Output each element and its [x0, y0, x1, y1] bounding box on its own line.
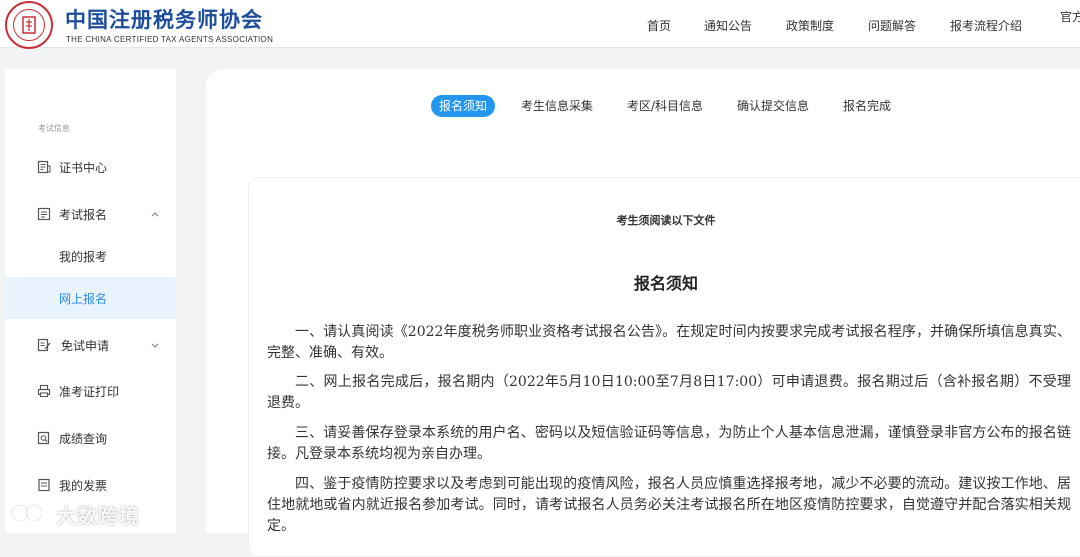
chevron-down-icon[interactable]	[150, 340, 160, 350]
logo-seal-icon[interactable]	[5, 1, 53, 49]
sidebar-item-exemption[interactable]: 免试申请	[5, 324, 176, 366]
notice-paragraph: 一、请认真阅读《2022年度税务师职业资格考试报名公告》。在规定时间内按要求完成…	[267, 324, 1071, 361]
main-panel: 报名须知 考生信息采集 考区/科目信息 确认提交信息 报名完成 考生须阅读以下文…	[206, 69, 1080, 557]
notice-title: 报名须知	[633, 274, 698, 293]
site-header: 中国注册税务师协会 THE CHINA CERTIFIED TAX AGENTS…	[0, 0, 1080, 49]
watermark: 大数跨境	[10, 498, 150, 528]
invoice-icon	[38, 478, 50, 492]
sidebar-item-label: 我的发票	[59, 478, 108, 493]
logo-subtitle: THE CHINA CERTIFIED TAX AGENTS ASSOCIATI…	[66, 35, 274, 44]
notice-card: 考生须阅读以下文件 报名须知 一、请认真阅读《2022年度税务师职业资格考试报名…	[248, 177, 1080, 557]
sidebar-item-label: 成绩查询	[59, 431, 108, 446]
sidebar-item-label: 证书中心	[59, 160, 108, 175]
watermark-text: 大数跨境	[56, 504, 140, 528]
sidebar-item-label: 免试申请	[61, 338, 110, 353]
form-icon	[37, 207, 51, 221]
logo-title[interactable]: 中国注册税务师协会	[65, 4, 263, 34]
edit-icon	[37, 338, 51, 352]
sidebar-item-exam-registration[interactable]: 考试报名	[5, 193, 176, 235]
sidebar-item-admission-ticket[interactable]: 准考证打印	[5, 370, 176, 412]
notice-paragraph: 二、网上报名完成后，报名期内（2022年5月10日10:00至7月8日17:00…	[267, 374, 1071, 411]
notice-paragraph: 四、鉴于疫情防控要求以及考虑到可能出现的疫情风险，报名人员应慎重选择报考地，减少…	[267, 476, 1071, 534]
sidebar-subitem-my-exams[interactable]: 我的报考	[5, 235, 176, 277]
nav-registration-process[interactable]: 报考流程介绍	[950, 17, 1022, 34]
sidebar-group-label: 考试信息	[38, 124, 70, 133]
sidebar-subitem-label: 我的报考	[59, 249, 108, 264]
step-area-subject[interactable]: 考区/科目信息	[627, 95, 703, 117]
notice-paragraph: 三、请妥善保存登录本系统的用户名、密码以及短信验证码等信息，为防止个人基本信息泄…	[267, 425, 1071, 462]
sidebar: 考试信息 证书中心 考试报名 我的报考 网上报名 免试申请 准考证打印 成绩查询…	[5, 69, 176, 533]
sidebar-item-label: 考试报名	[59, 207, 108, 222]
sidebar-item-score-query[interactable]: 成绩查询	[5, 417, 176, 459]
sidebar-subitem-label: 网上报名	[59, 291, 108, 306]
nav-faq[interactable]: 问题解答	[868, 17, 916, 34]
watermark-logo-icon	[10, 503, 44, 523]
sidebar-subitem-online-registration[interactable]: 网上报名	[5, 277, 176, 319]
nav-policies[interactable]: 政策制度	[786, 17, 834, 34]
certificate-icon	[37, 160, 51, 174]
notice-heading: 考生须阅读以下文件	[616, 214, 716, 227]
step-complete[interactable]: 报名完成	[843, 95, 891, 117]
search-doc-icon	[37, 431, 50, 445]
nav-home[interactable]: 首页	[647, 17, 671, 34]
printer-icon	[37, 384, 51, 398]
step-notice[interactable]: 报名须知	[431, 95, 496, 117]
chevron-up-icon[interactable]	[150, 209, 160, 219]
sidebar-item-certificates[interactable]: 证书中心	[5, 146, 176, 188]
nav-notices[interactable]: 通知公告	[704, 17, 752, 34]
step-info-collection[interactable]: 考生信息采集	[521, 95, 593, 117]
sidebar-item-label: 准考证打印	[59, 384, 120, 399]
nav-official[interactable]: 官方	[1060, 8, 1080, 25]
step-confirm-submit[interactable]: 确认提交信息	[737, 95, 809, 117]
